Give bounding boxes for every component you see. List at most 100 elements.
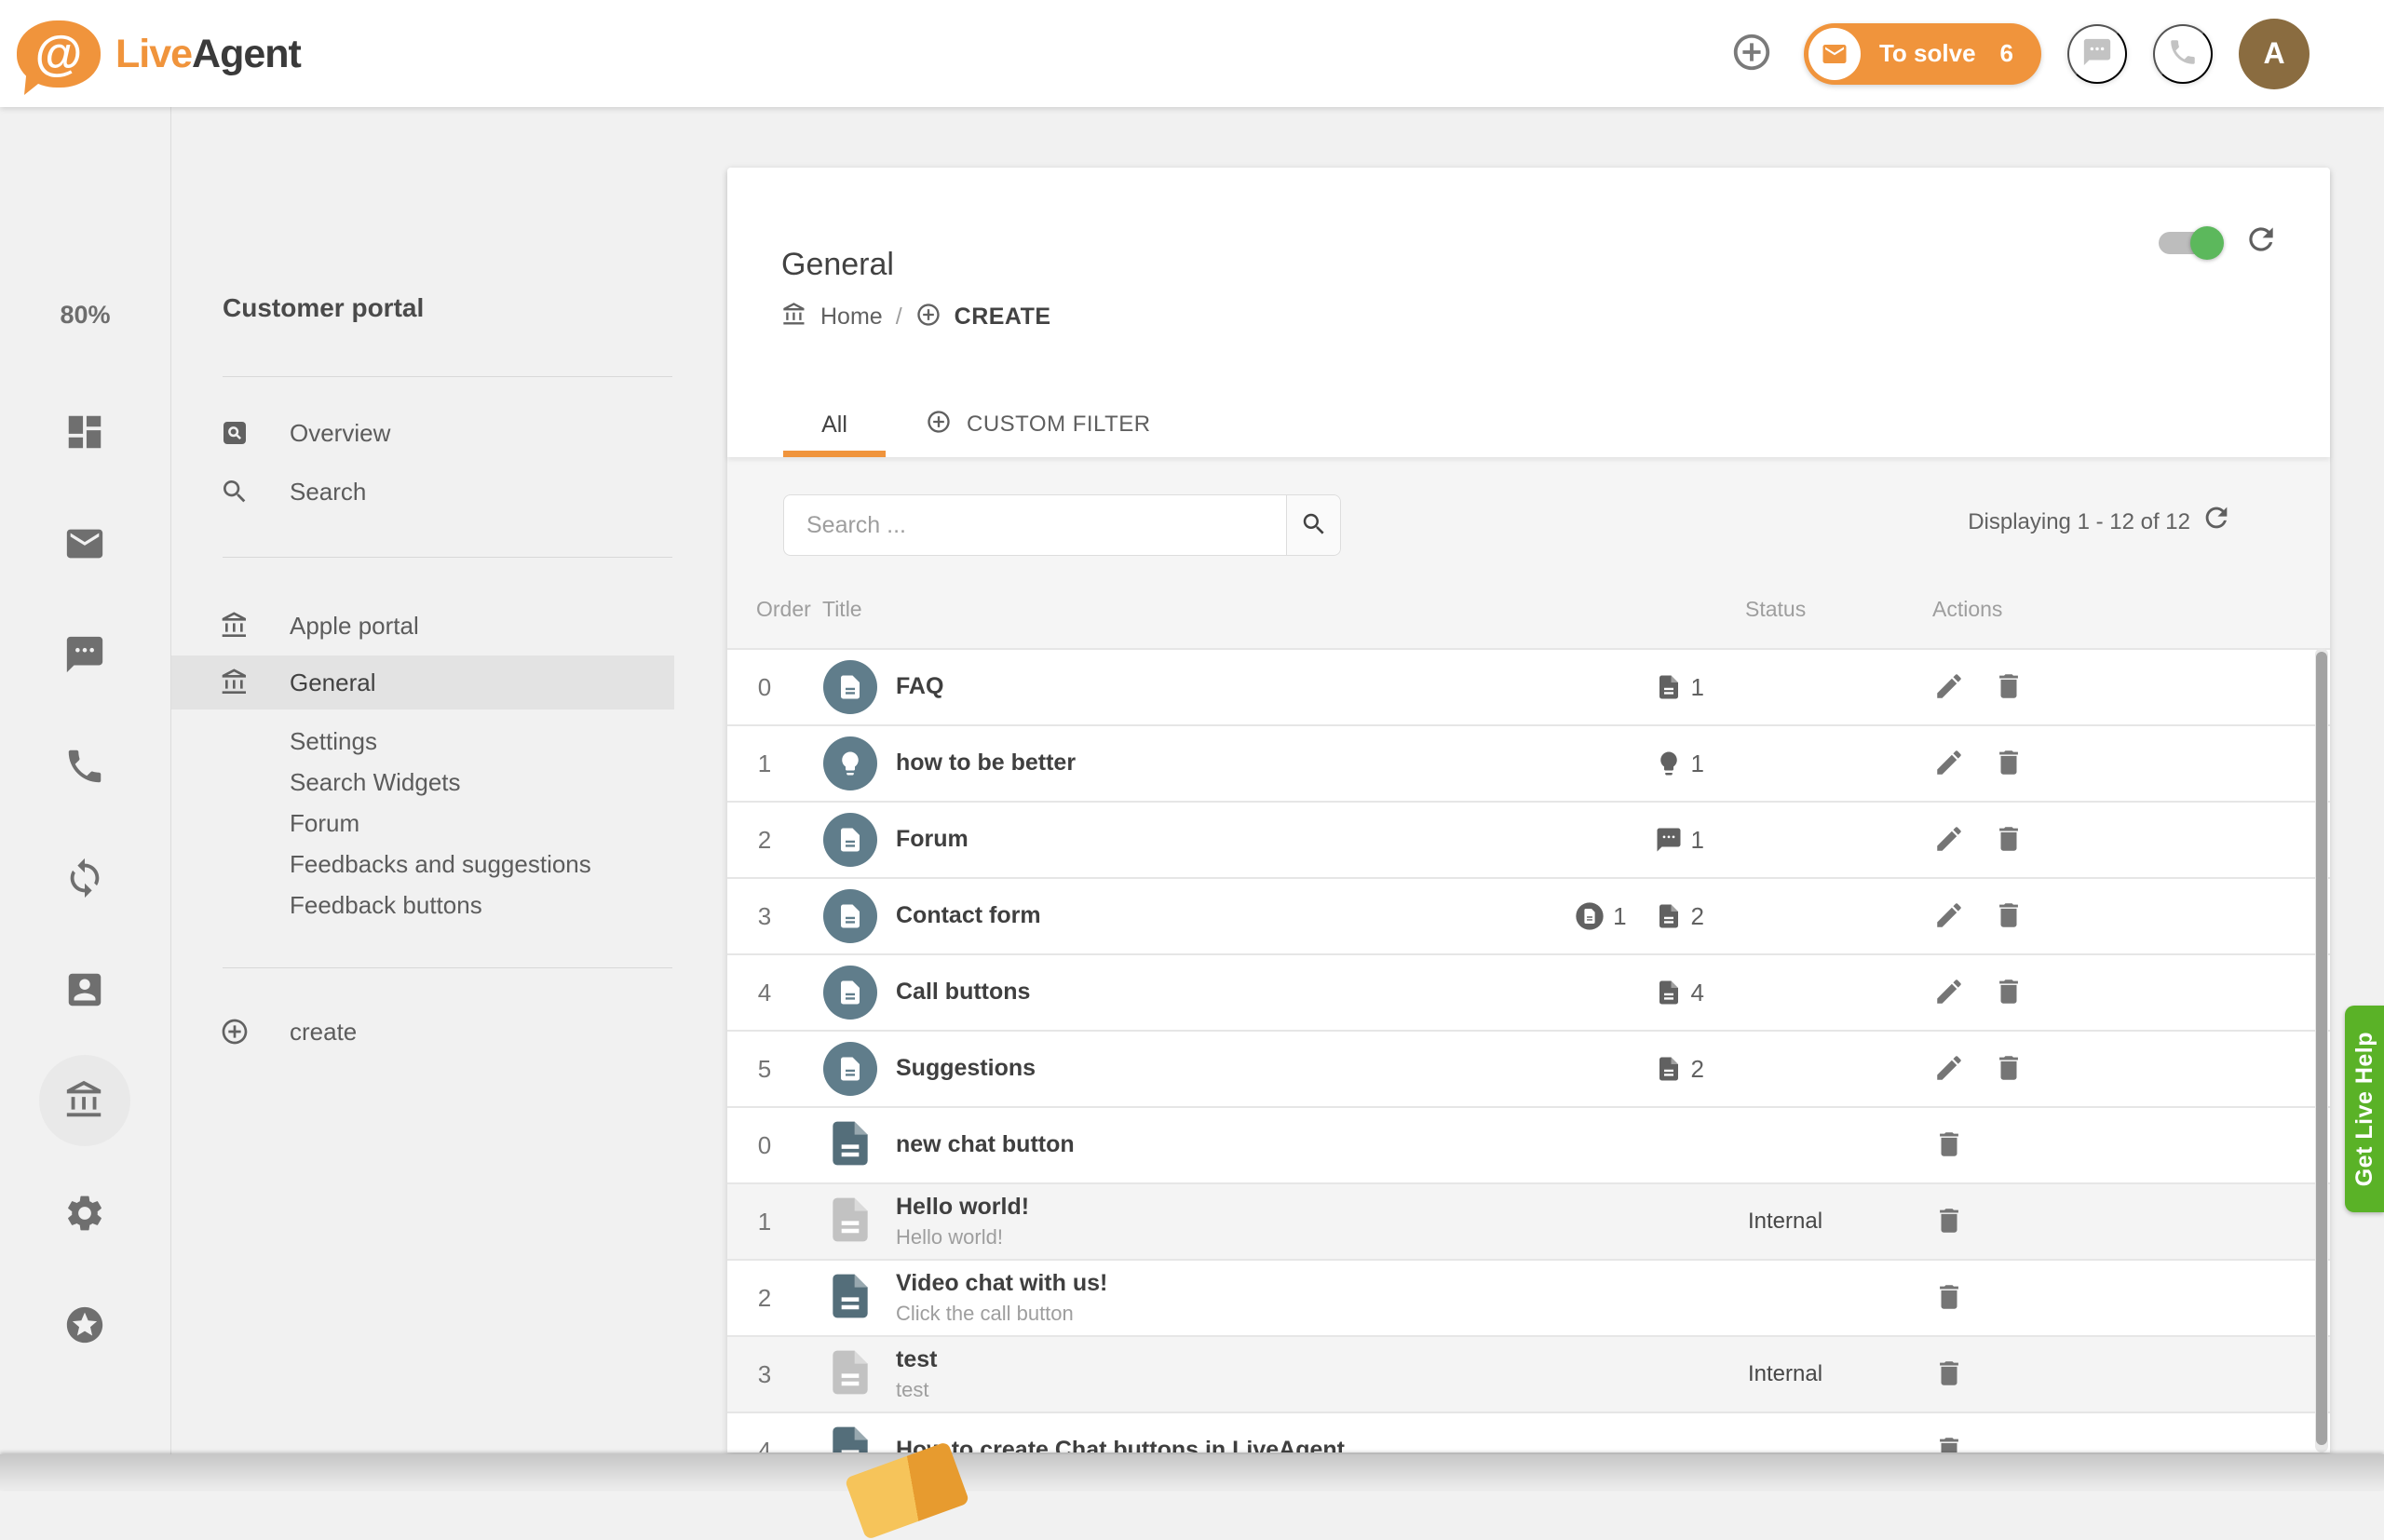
column-status: Status: [1745, 597, 1806, 622]
table-row[interactable]: 5 Suggestions 2: [727, 1030, 2330, 1106]
table-search: [783, 494, 1341, 556]
row-type-icon: [822, 803, 878, 877]
search-input[interactable]: [784, 495, 1286, 555]
rail-item-tickets[interactable]: [63, 522, 106, 565]
menu-subitem-forum[interactable]: Forum: [290, 809, 359, 838]
topbar: @ LiveAgent To solve 6 A: [0, 0, 2384, 107]
rail-item-dashboard[interactable]: [63, 411, 106, 453]
delete-button[interactable]: [1992, 899, 2025, 933]
menu-item-overview[interactable]: Overview: [171, 406, 674, 460]
search-button[interactable]: [1286, 495, 1340, 555]
table-row[interactable]: 0 new chat button: [727, 1106, 2330, 1182]
menu-subitem-feedbacks[interactable]: Feedbacks and suggestions: [290, 850, 591, 879]
to-solve-count: 6: [2000, 39, 2013, 68]
doc-count-badge: 4: [1655, 979, 1704, 1007]
row-actions: [1932, 879, 2025, 953]
to-solve-button[interactable]: To solve 6: [1804, 23, 2041, 85]
delete-button[interactable]: [1992, 1052, 2025, 1086]
rail-item-chats[interactable]: [63, 633, 106, 676]
delete-button[interactable]: [1932, 1358, 1966, 1391]
table-row[interactable]: 0 FAQ 1: [727, 650, 2330, 724]
refresh-list-button[interactable]: [2200, 502, 2233, 535]
delete-button[interactable]: [1992, 747, 2025, 780]
row-type-icon: [822, 1108, 878, 1182]
menu-subitem-feedback-buttons[interactable]: Feedback buttons: [290, 891, 482, 920]
document-icon: [824, 1114, 876, 1177]
circle-doc-count-badge: 1: [1575, 901, 1626, 931]
edit-button[interactable]: [1932, 899, 1966, 933]
delete-button[interactable]: [1992, 976, 2025, 1009]
delete-button[interactable]: [1992, 670, 2025, 704]
rail-item-settings[interactable]: [63, 1192, 106, 1235]
tab-custom-filter[interactable]: CUSTOM FILTER: [926, 392, 1151, 457]
scrollbar-thumb[interactable]: [2316, 652, 2327, 1445]
general-panel: General Home / CREATE All CUSTOM FILTER: [727, 168, 2330, 1452]
menu-title: Customer portal: [223, 293, 424, 323]
avatar[interactable]: A: [2239, 19, 2310, 89]
table-row[interactable]: 2 Forum 1: [727, 801, 2330, 877]
edit-button[interactable]: [1932, 670, 1966, 704]
menu-item-create[interactable]: create: [171, 1005, 674, 1059]
tab-all[interactable]: All: [783, 392, 886, 457]
table-row[interactable]: 1 how to be better 1: [727, 724, 2330, 801]
table-row[interactable]: 3 test test Internal: [727, 1335, 2330, 1412]
rail-item-customer-portal[interactable]: [63, 1079, 106, 1122]
refresh-button[interactable]: [2242, 222, 2280, 259]
logo-bubble-icon: @: [17, 20, 101, 88]
envelope-icon: [1808, 28, 1861, 80]
divider: [223, 967, 672, 968]
row-order: 3: [737, 1337, 792, 1412]
menu-item-search[interactable]: Search: [171, 465, 674, 519]
row-type-icon: [822, 1337, 878, 1412]
status-label: Internal: [1748, 1337, 1822, 1412]
row-badges: 12: [1575, 879, 1704, 953]
delete-button[interactable]: [1932, 1281, 1966, 1315]
menu-subitem-search-widgets[interactable]: Search Widgets: [290, 768, 461, 797]
rail-item-automation[interactable]: [63, 857, 106, 899]
rail-item-customers[interactable]: [63, 968, 106, 1011]
row-badges: 4: [1655, 955, 1704, 1030]
delete-button[interactable]: [1932, 1205, 1966, 1238]
breadcrumb-home[interactable]: Home: [820, 304, 883, 331]
table-row[interactable]: 3 Contact form 12: [727, 877, 2330, 953]
table-row[interactable]: 4 Call buttons 4: [727, 953, 2330, 1030]
get-live-help-button[interactable]: Get Live Help: [2345, 1006, 2384, 1212]
menu-subitem-settings[interactable]: Settings: [290, 727, 377, 756]
document-circle-icon: [823, 813, 877, 867]
vertical-scrollbar[interactable]: [2315, 648, 2328, 1452]
rail-item-calls[interactable]: [63, 745, 106, 788]
breadcrumb-create[interactable]: CREATE: [955, 304, 1051, 331]
table-row[interactable]: 2 Video chat with us! Click the call but…: [727, 1259, 2330, 1335]
row-actions: [1932, 1184, 1966, 1259]
gear-icon: [63, 1223, 106, 1238]
row-subtitle: Hello world!: [896, 1226, 1678, 1249]
delete-button[interactable]: [1932, 1434, 1966, 1452]
row-title: Suggestions: [896, 1056, 1678, 1082]
portal-enabled-toggle[interactable]: [2159, 232, 2218, 254]
dashboard-icon: [63, 441, 106, 457]
edit-button[interactable]: [1932, 1052, 1966, 1086]
document-icon: [824, 1267, 876, 1330]
edit-button[interactable]: [1932, 976, 1966, 1009]
rail-item-upgrade[interactable]: [63, 1304, 106, 1346]
table-header: Order Title Status Actions: [727, 597, 2330, 648]
plus-circle-icon: [220, 1017, 250, 1047]
edit-button[interactable]: [1932, 823, 1966, 857]
row-type-icon: [822, 1032, 878, 1106]
row-subtitle: Click the call button: [896, 1303, 1678, 1325]
menu-item-general[interactable]: General: [171, 655, 674, 709]
menu-item-apple-portal[interactable]: Apple portal: [171, 599, 674, 653]
delete-button[interactable]: [1932, 1128, 1966, 1162]
table-row[interactable]: 4 How to create Chat buttons in LiveAgen…: [727, 1412, 2330, 1452]
table-row[interactable]: 1 Hello world! Hello world! Internal: [727, 1182, 2330, 1259]
plus-circle-icon: [915, 302, 941, 332]
calls-button[interactable]: [2153, 24, 2213, 84]
row-badges: 1: [1655, 726, 1704, 801]
chats-button[interactable]: [2067, 24, 2127, 84]
liveagent-logo[interactable]: @ LiveAgent: [17, 7, 301, 101]
document-circle-icon: [823, 1042, 877, 1096]
edit-button[interactable]: [1932, 747, 1966, 780]
contact-card-icon: [63, 999, 106, 1015]
delete-button[interactable]: [1992, 823, 2025, 857]
add-button[interactable]: [1726, 28, 1778, 80]
